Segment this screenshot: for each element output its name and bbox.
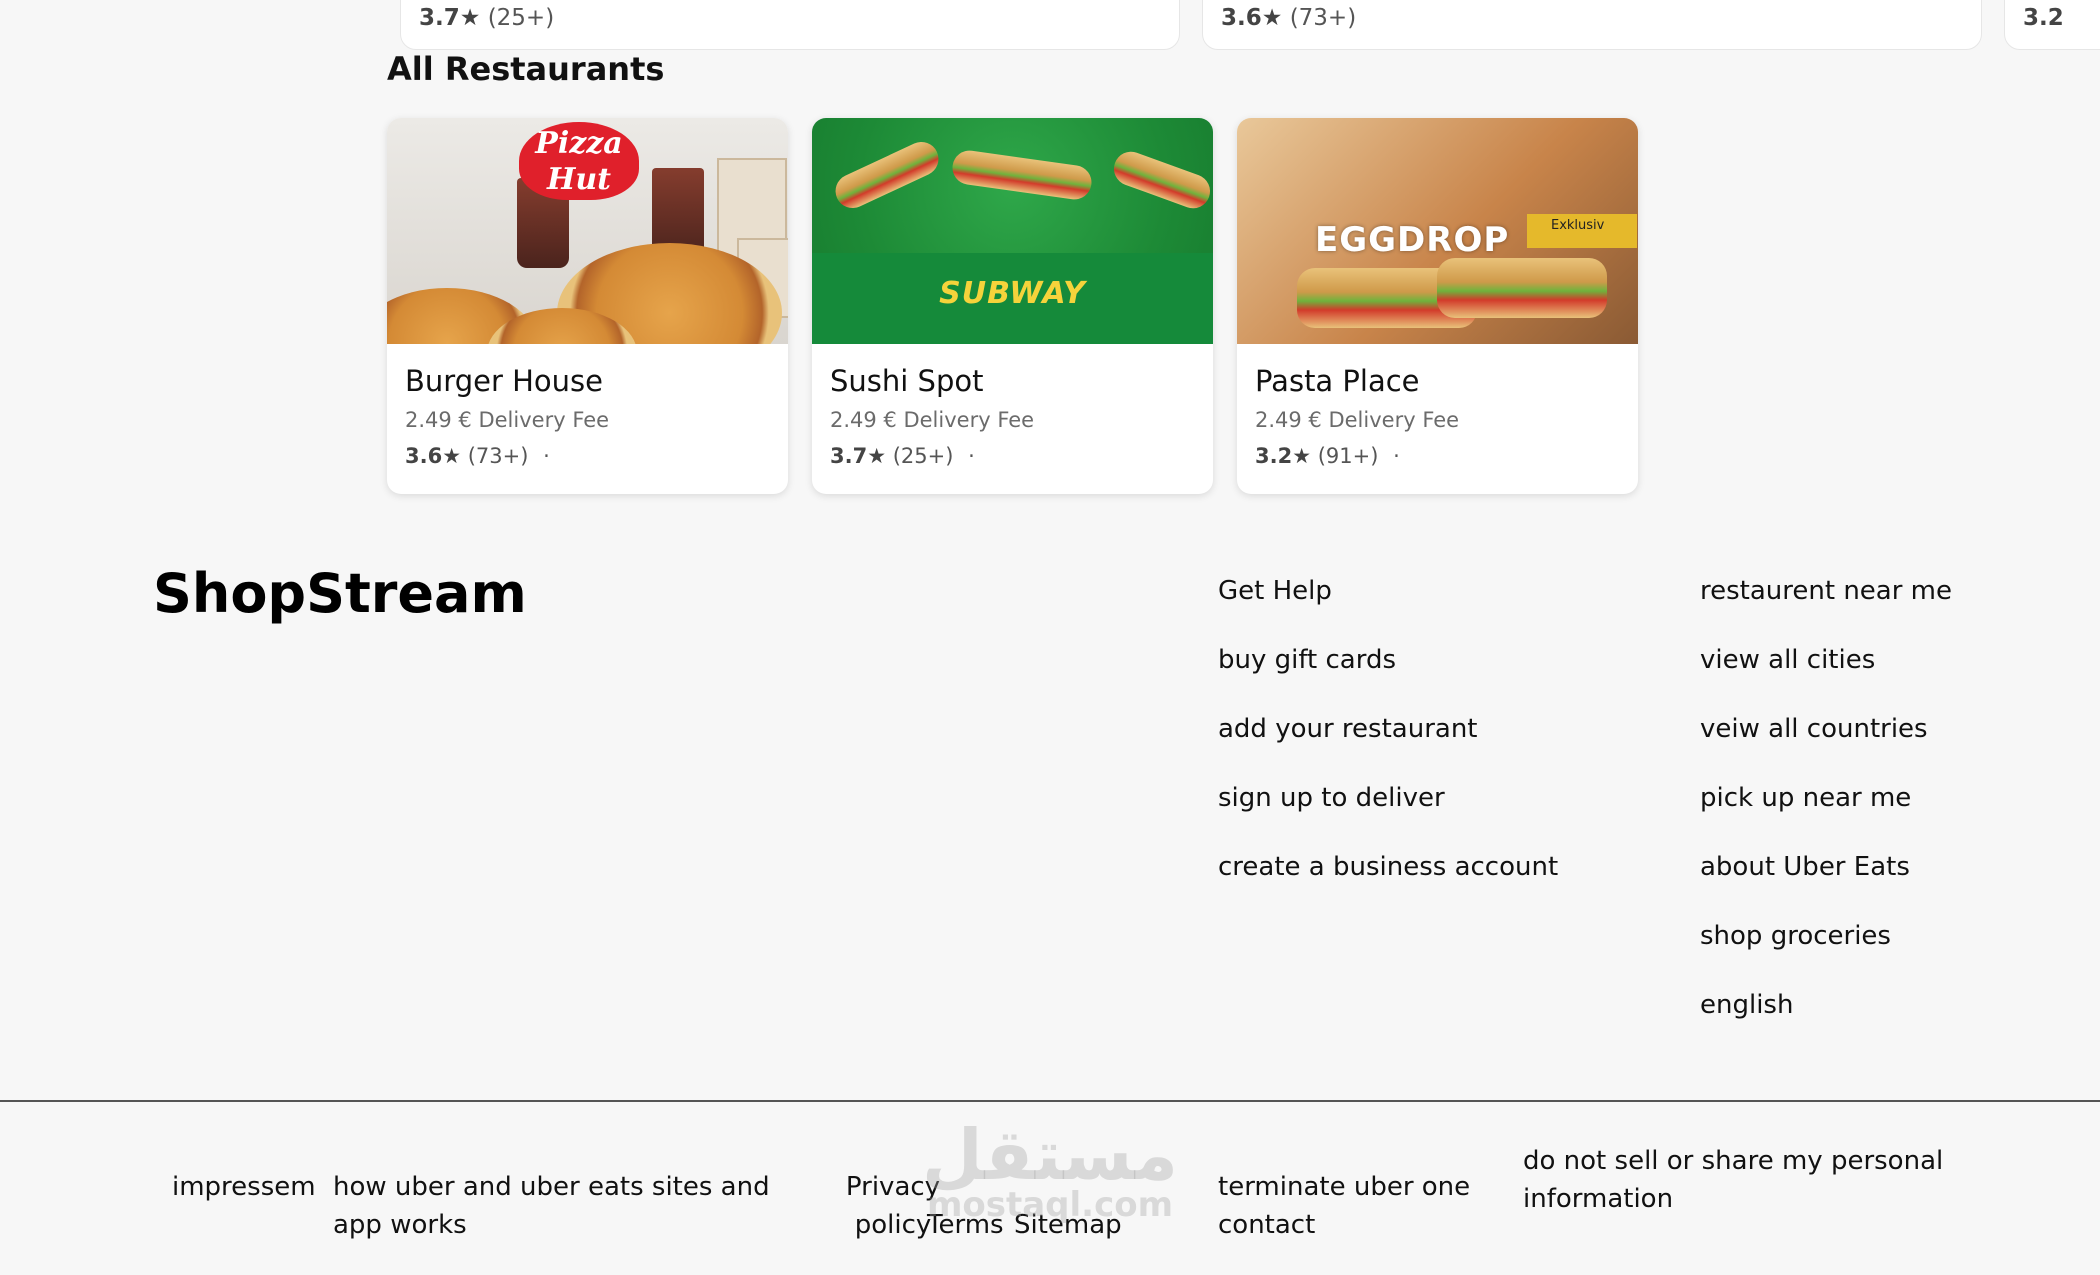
do-not-sell-link[interactable]: do not sell or share my personal informa… [1523,1142,1963,1218]
delivery-fee: 2.49 € Delivery Fee [830,408,1035,432]
rating: 3.7★ (25+) · [830,444,975,468]
contact-link[interactable]: contact [1218,1206,1315,1244]
footer-link-get-help[interactable]: Get Help [1218,574,1558,643]
rating: 3.6★ (73+) [1221,5,1357,31]
footer-link-deliver[interactable]: sign up to deliver [1218,781,1558,850]
top-restaurant-card[interactable]: 3.2 [2004,0,2100,50]
sitemap-link[interactable]: Sitemap [1014,1206,1122,1244]
footer-link-gift-cards[interactable]: buy gift cards [1218,643,1558,712]
rating: 3.2 [2023,5,2064,31]
restaurant-name: Pasta Place [1255,364,1420,398]
restaurant-card[interactable]: SUBWAY Sushi Spot 2.49 € Delivery Fee 3.… [812,118,1213,494]
pizza-hut-logo: Pizza Hut [519,122,639,200]
language-link[interactable]: english [1700,988,1952,1057]
impressum-link[interactable]: impressem [172,1168,316,1206]
delivery-fee: 2.49 € Delivery Fee [1255,408,1460,432]
footer-link-countries[interactable]: veiw all countries [1700,712,1952,781]
top-restaurant-card[interactable]: 3.6★ (73+) [1202,0,1982,50]
terms-link[interactable]: Terms [927,1206,1004,1244]
subway-logo: SUBWAY [939,276,1086,311]
restaurant-card[interactable]: EGGDROP Exklusiv Pasta Place 2.49 € Deli… [1237,118,1638,494]
footer-links-col1: Get Help buy gift cards add your restaur… [1218,574,1558,919]
restaurant-name: Burger House [405,364,603,398]
footer-link-groceries[interactable]: shop groceries [1700,919,1952,988]
footer-divider [0,1100,2100,1102]
top-restaurant-card[interactable]: 3.7★ (25+) [400,0,1180,50]
eggdrop-logo: EGGDROP [1315,220,1510,260]
footer-links-col2: restaurent near me view all cities veiw … [1700,574,1952,1057]
how-it-works-link[interactable]: how uber and uber eats sites and app wor… [333,1168,803,1244]
section-title: All Restaurants [387,50,665,88]
restaurant-image: EGGDROP Exklusiv [1237,118,1638,344]
footer-link-cities[interactable]: view all cities [1700,643,1952,712]
restaurant-name: Sushi Spot [830,364,984,398]
rating: 3.6★ (73+) · [405,444,550,468]
rating: 3.7★ (25+) [419,5,555,31]
restaurant-image: SUBWAY [812,118,1213,344]
exclusive-badge: Exklusiv [1527,214,1637,248]
footer-link-pickup[interactable]: pick up near me [1700,781,1952,850]
footer-link-about[interactable]: about Uber Eats [1700,850,1952,919]
restaurant-image: Pizza Hut [387,118,788,344]
terminate-uber-one-link[interactable]: terminate uber one [1218,1168,1470,1206]
footer-link-add-restaurant[interactable]: add your restaurant [1218,712,1558,781]
brand-logo[interactable]: ShopStream [153,562,527,625]
restaurant-card[interactable]: Pizza Hut Burger House 2.49 € Delivery F… [387,118,788,494]
delivery-fee: 2.49 € Delivery Fee [405,408,610,432]
footer-link-restaurant-near-me[interactable]: restaurent near me [1700,574,1952,643]
rating: 3.2★ (91+) · [1255,444,1400,468]
footer-link-business[interactable]: create a business account [1218,850,1558,919]
